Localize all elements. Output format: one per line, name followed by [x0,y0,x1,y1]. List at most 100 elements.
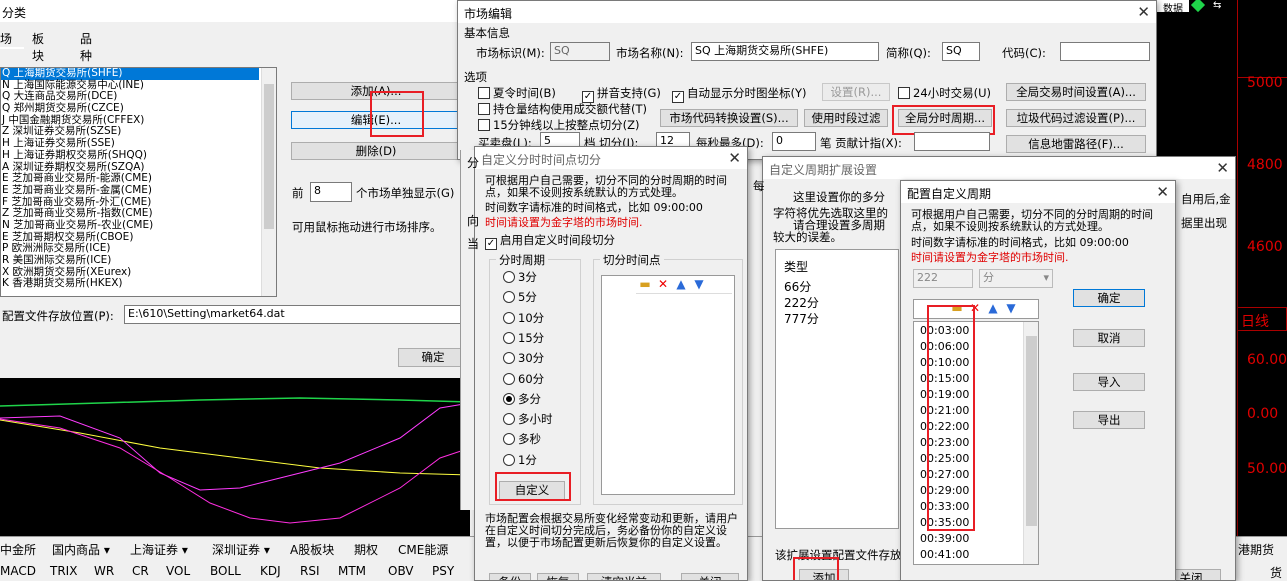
market-list-item[interactable]: E 芝加哥商业交易所-金属(CME) [1,184,276,197]
delete-icon[interactable]: ✕ [654,276,672,292]
market-id-input[interactable]: SQ [550,42,610,61]
min15-checkbox[interactable]: 15分钟线以上按整点切分(Z) [478,117,639,133]
market-list-scrollbar[interactable] [261,68,276,296]
time-point-item[interactable]: 00:15:00 [920,372,969,385]
delete-market-button[interactable]: 删除(D) [291,142,461,160]
period-type-list[interactable]: 类型 66分 222分 777分 [775,249,899,529]
folder-icon[interactable]: ▬ [948,300,966,316]
short-name-input[interactable]: SQ [942,42,980,61]
split-point-list[interactable]: ▬ ✕ ▲ ▼ [601,275,735,495]
market-name-input[interactable]: SQ 上海期货交易所(SHFE) [691,42,879,61]
period-radio[interactable]: 多分 [503,391,541,407]
ind-obv[interactable]: OBV [388,564,414,578]
period-radio[interactable]: 1分 [503,452,537,468]
time-point-item[interactable]: 00:29:00 [920,484,969,497]
down-arrow-icon[interactable]: ▼ [1002,300,1020,316]
cfg-import-button[interactable]: 导入 [1073,373,1145,391]
time-point-item[interactable]: 00:21:00 [920,404,969,417]
close-icon[interactable]: ✕ [728,149,741,167]
use-period-filter-button[interactable]: 使用时段过滤 [804,109,888,127]
tab-domestic[interactable]: 国内商品 ▾ [52,541,110,558]
ind-wr[interactable]: WR [94,564,114,578]
period-value-input[interactable]: 222 [913,269,973,288]
market-list-item[interactable]: N 芝加哥商业交易所-农业(CME) [1,219,276,232]
code-input[interactable] [1060,42,1150,61]
time-point-list[interactable]: 00:03:00 00:06:00 00:10:00 00:15:00 00:19:00… [913,321,1039,565]
backup-button[interactable]: 备份 [489,573,531,580]
max-input[interactable]: 0 [772,132,816,151]
ind-cr[interactable]: CR [132,564,149,578]
miner-path-button[interactable]: 信息地雷路径(F)... [1006,135,1146,153]
period-radio[interactable]: 15分 [503,330,544,346]
market-list-item[interactable]: Q 上海期货交易所(SHFE) [1,68,259,80]
custom-button[interactable]: 自定义 [499,481,565,500]
tab-cffex[interactable]: 中金所 [0,541,36,558]
ind-kdj[interactable]: KDJ [260,564,281,578]
folder-icon[interactable]: ▬ [636,276,654,292]
ind-vol[interactable]: VOL [166,564,190,578]
period-radio[interactable]: 多秒 [503,431,541,447]
config-path-input[interactable]: E:\610\Setting\market64.dat [124,305,466,324]
global-period-button[interactable]: 全局分时周期... [898,109,992,127]
clear-button[interactable]: 清空当前 [587,573,661,580]
time-point-item[interactable]: 00:23:00 [920,436,969,449]
market-list[interactable]: Q 上海期货交易所(SHFE) N 上海国际能源交易中心(INE) Q 大连商品交易… [0,67,277,297]
up-arrow-icon[interactable]: ▲ [984,300,1002,316]
period-radio[interactable]: 多小时 [503,411,553,427]
front-count-input[interactable]: 8 [310,182,352,202]
market-list-item[interactable]: Q 郑州期货交易所(CZCE) [1,102,276,115]
add-market-button[interactable]: 添加(A)... [291,82,461,100]
code-convert-button[interactable]: 市场代码转换设置(S)... [660,109,798,127]
time-point-item[interactable]: 00:19:00 [920,388,969,401]
time-point-item[interactable]: 00:22:00 [920,420,969,433]
ind-macd[interactable]: MACD [0,564,36,578]
enable-split-checkbox[interactable]: ✓ 启用自定义时间段切分 [485,232,615,250]
tab-market[interactable]: 场 [0,30,24,49]
period-radio[interactable]: 5分 [503,289,537,305]
tab-ashare[interactable]: A股板块 [290,541,334,558]
setting-button[interactable]: 设置(R)... [822,83,890,101]
ind-more[interactable]: 货 [1270,564,1282,581]
period-radio[interactable]: 10分 [503,310,544,326]
up-arrow-icon[interactable]: ▲ [672,276,690,292]
time-point-item[interactable]: 00:41:00 [920,548,969,561]
period-radio[interactable]: 30分 [503,350,544,366]
time-point-item[interactable]: 00:27:00 [920,468,969,481]
cfg-export-button[interactable]: 导出 [1073,411,1145,429]
time-point-item[interactable]: 00:35:00 [920,516,969,529]
ext-add-button[interactable]: 添加 [799,569,849,580]
time-point-item[interactable]: 00:25:00 [920,452,969,465]
auto-coord-checkbox[interactable]: ✓ 自动显示分时图坐标(Y) [672,85,807,103]
ind-mtm[interactable]: MTM [338,564,366,578]
cfg-ok-button[interactable]: 确定 [1073,289,1145,307]
tab-options[interactable]: 期权 [354,541,378,558]
tab-hk-futures[interactable]: 港期货 [1238,541,1274,558]
edit-market-button[interactable]: 编辑(E)... [291,111,461,129]
time-point-item[interactable]: 00:33:00 [920,500,969,513]
summer-time-checkbox[interactable]: 夏令时间(B) [478,85,556,101]
time-point-item[interactable]: 00:03:00 [920,324,969,337]
global-time-button[interactable]: 全局交易时间设置(A)... [1006,83,1146,101]
close-icon[interactable]: ✕ [1216,159,1229,177]
tab-cme-energy[interactable]: CME能源 [398,541,448,558]
split-close-button[interactable]: 关闭 [681,573,739,580]
time-point-item[interactable]: 00:39:00 [920,532,969,545]
delete-icon[interactable]: ✕ [966,300,984,316]
ind-boll[interactable]: BOLL [210,564,241,578]
time-point-item[interactable]: 00:10:00 [920,356,969,369]
h24-checkbox[interactable]: 24小时交易(U) [898,85,991,101]
period-item-222[interactable]: 222分 [784,294,819,311]
ind-trix[interactable]: TRIX [50,564,77,578]
market-list-item[interactable]: H 上海证券期权交易所(SHQQ) [1,149,276,162]
hold-checkbox[interactable]: 持仓量结构使用成交额代替(T) [478,101,647,117]
tab-block[interactable]: 板块 [32,30,44,64]
time-point-item[interactable]: 00:06:00 [920,340,969,353]
period-radio[interactable]: 3分 [503,269,537,285]
close-icon[interactable]: ✕ [1156,183,1169,201]
period-radio[interactable]: 60分 [503,371,544,387]
garbage-filter-button[interactable]: 垃圾代码过滤设置(P)... [1006,109,1146,127]
market-list-item[interactable]: K 香港期货交易所(HKEX) [1,278,276,290]
market-list-item[interactable]: R 美国洲际交易所(ICE) [1,254,276,267]
close-icon[interactable]: ✕ [1137,3,1150,21]
tab-shenzhen[interactable]: 深圳证券 ▾ [212,541,270,558]
